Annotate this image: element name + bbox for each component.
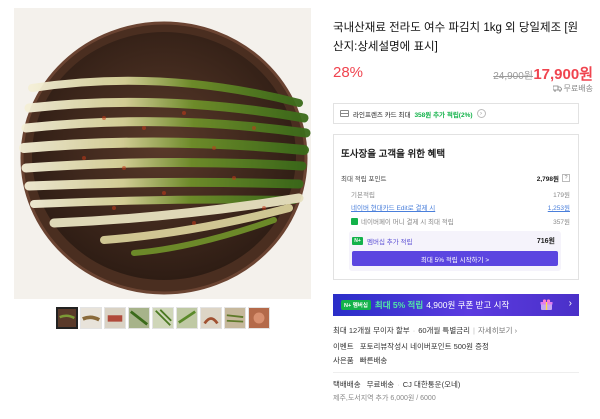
npay-icon	[351, 217, 358, 225]
event-text: 포토리뷰작성시 네이버포인트 500원 증정	[359, 342, 489, 351]
divider	[333, 372, 579, 373]
event-label: 이벤트	[333, 342, 354, 351]
thumbnail-4[interactable]	[128, 307, 150, 329]
installment-extra: 60개월 특별금리	[418, 326, 471, 335]
thumbnail-8[interactable]	[224, 307, 246, 329]
details-link[interactable]: 자세히보기	[478, 326, 513, 335]
coupon-banner[interactable]: N+ 멤버십 최대 5% 적립 4,900원 쿠폰 받고 시작 ›	[333, 294, 579, 316]
basic-points-value: 179원	[553, 192, 570, 199]
chevron-right-icon: ›	[476, 109, 486, 118]
gift-text: 빠른배송	[359, 356, 388, 365]
basic-points-label: 기본적립	[351, 192, 375, 199]
npay-money-label: 네이버페이 머니 결제 시 최대 적립	[361, 219, 454, 226]
max-points-label: 최대 적립 포인트	[341, 176, 387, 183]
coupon-text: 4,900원 쿠폰 받고 시작	[426, 300, 510, 310]
hyundai-card-label[interactable]: 네이버 현대카드 Edit로 결제 시	[351, 202, 435, 212]
shipping-row: 택배배송 무료배송 · CJ 대한통운(오네)	[333, 380, 461, 389]
membership-badge: N+ 멤버십	[341, 300, 371, 310]
installment-row: 최대 12개월 무이자 할부 · 60개월 특별금리 | 자세히보기 ›	[333, 326, 518, 335]
jeju-extra-fee: 제주,도서지역 추가 6,000원 / 6000	[333, 395, 436, 402]
sale-price: 17,900원	[533, 66, 593, 83]
help-icon[interactable]: ?	[562, 174, 570, 182]
discount-rate: 28%	[333, 64, 364, 81]
gift-icon	[540, 299, 553, 310]
npay-money-row: 네이버페이 머니 결제 시 최대 적립 357원	[351, 216, 570, 226]
membership-value: 716원	[536, 238, 555, 245]
card-icon	[340, 110, 349, 117]
card-promo-highlight: 358원 추가 적립(2%)	[414, 111, 473, 119]
benefit-title: 또사장을 고객을 위한 혜택	[341, 149, 446, 160]
thumbnail-2[interactable]	[80, 307, 102, 329]
chevron-right-icon: ›	[568, 298, 572, 309]
thumbnail-6[interactable]	[176, 307, 198, 329]
thumbnail-7[interactable]	[200, 307, 222, 329]
membership-panel: N+ 멤버십 추가 적립 716원 최대 5% 적립 시작하기 >	[349, 231, 561, 271]
thumbnail-strip	[56, 307, 270, 329]
shipping-badge-label: 무료배송	[563, 84, 593, 93]
thumbnail-1[interactable]	[56, 307, 78, 329]
event-row: 이벤트 포토리뷰작성시 네이버포인트 500원 증정	[333, 341, 489, 352]
membership-start-button[interactable]: 최대 5% 적립 시작하기 >	[352, 251, 558, 266]
thumbnail-3[interactable]	[104, 307, 126, 329]
npay-money-value: 357원	[553, 219, 570, 226]
thumbnail-9[interactable]	[248, 307, 270, 329]
gift-row: 사은품 빠른배송	[333, 355, 387, 366]
thumbnail-5[interactable]	[152, 307, 174, 329]
hyundai-card-value: 1,253원	[547, 205, 570, 212]
kimchi-bowl-illustration	[14, 8, 311, 299]
product-title: 국내산재료 전라도 여수 파김치 1kg 외 당일제조 [원산지:상세설명에 표…	[333, 22, 579, 53]
shipping-label: 택배배송	[333, 380, 361, 389]
max-points-row: 최대 적립 포인트 2,798원 ?	[341, 173, 570, 183]
installment-label: 최대 12개월 무이자 할부	[333, 326, 410, 335]
shipping-company: CJ 대한통운(오네)	[402, 380, 461, 389]
card-promo-prefix: 라인프렌즈 카드 최대	[353, 111, 411, 119]
membership-label: 멤버십 추가 적립	[367, 239, 413, 246]
nplus-icon: N+	[352, 237, 363, 245]
basic-points-row: 기본적립 179원	[351, 189, 570, 199]
max-points-value: 2,798원	[536, 176, 559, 183]
benefit-box: 또사장을 고객을 위한 혜택 최대 적립 포인트 2,798원 ? 기본적립 1…	[333, 134, 579, 280]
original-price: 24,900원	[493, 71, 533, 82]
card-promo-banner[interactable]: 라인프렌즈 카드 최대 358원 추가 적립(2%) ›	[333, 103, 579, 124]
membership-row: N+ 멤버십 추가 적립 716원	[352, 236, 555, 246]
hyundai-card-row[interactable]: 네이버 현대카드 Edit로 결제 시 1,253원	[351, 202, 570, 212]
shipping-type: 무료배송	[366, 380, 395, 389]
truck-icon	[552, 85, 562, 92]
gift-label: 사은품	[333, 356, 354, 365]
shipping-badge: 무료배송	[552, 83, 593, 94]
product-main-image[interactable]	[14, 8, 311, 299]
coupon-highlight: 최대 5% 적립	[374, 300, 424, 310]
